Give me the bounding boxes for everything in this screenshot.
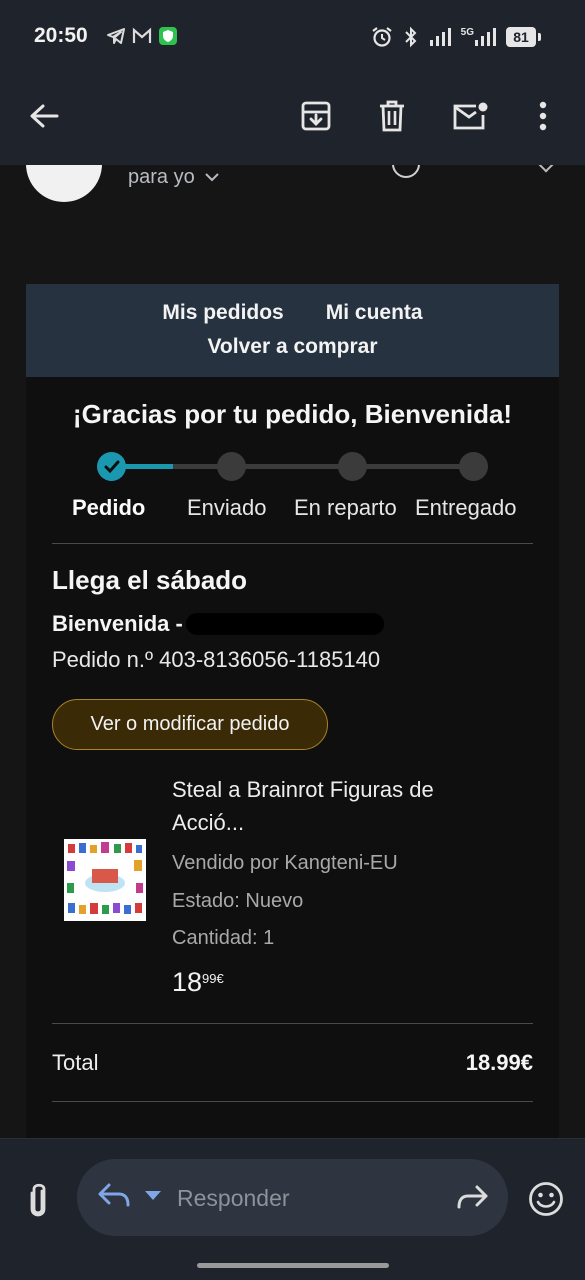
step-dot-ordered [97, 452, 126, 481]
product-price: 1899€ [172, 967, 224, 998]
step-label-ordered: Pedido [72, 495, 146, 520]
attachment-icon[interactable] [22, 1181, 54, 1221]
notification-icons [106, 26, 178, 46]
step-dot-delivered [459, 452, 488, 481]
price-whole: 18 [172, 967, 203, 997]
alarm-icon [371, 27, 392, 47]
shield-icon [159, 27, 177, 45]
reply-options-dropdown-icon[interactable] [145, 1191, 161, 1200]
total-label: Total [52, 1050, 99, 1075]
recipient-label: para yo [128, 166, 195, 188]
total-value: 18.99€ [465, 1050, 533, 1075]
my-orders-link[interactable]: Mis pedidos [162, 301, 283, 325]
delete-icon [380, 100, 404, 132]
battery-icon [538, 33, 541, 41]
archive-button[interactable] [294, 94, 338, 138]
product-condition: Estado: Nuevo [172, 890, 304, 912]
system-icons: 5G 81 [371, 26, 541, 48]
order-number: Pedido n.º 403-8136056-1185140 [52, 647, 381, 672]
home-indicator[interactable] [197, 1263, 389, 1268]
divider [52, 543, 533, 544]
price-fraction: 99€ [202, 971, 224, 986]
step-dot-out-for-delivery [338, 452, 367, 481]
product-seller: Vendido por Kangteni-EU [172, 852, 398, 874]
more-options-icon [539, 101, 547, 131]
arrival-heading: Llega el sábado [52, 565, 248, 595]
archive-icon [301, 101, 331, 131]
forward-icon[interactable] [456, 1183, 488, 1211]
step-dot-shipped [217, 452, 246, 481]
progress-track [126, 464, 474, 469]
buy-again-link[interactable]: Volver a comprar [207, 335, 377, 358]
delete-button[interactable] [370, 94, 414, 138]
back-button[interactable] [22, 94, 66, 138]
reply-input[interactable] [177, 1181, 437, 1215]
step-label-out-for-delivery: En reparto [294, 495, 397, 520]
my-account-link[interactable]: Mi cuenta [326, 301, 423, 325]
emoji-reaction-icon[interactable] [528, 1181, 564, 1217]
step-label-shipped: Enviado [187, 495, 267, 520]
mark-unread-button[interactable] [448, 94, 492, 138]
back-arrow-icon [30, 104, 59, 128]
top-bar: 20:50 5G 81 [0, 0, 585, 165]
divider [52, 1023, 533, 1024]
reply-icon[interactable] [97, 1181, 131, 1209]
status-time: 20:50 [34, 24, 88, 47]
signal-icon [429, 28, 451, 46]
view-modify-order-button[interactable]: Ver o modificar pedido [52, 699, 328, 750]
product-image[interactable] [64, 839, 146, 921]
battery-indicator: 81 [506, 27, 536, 47]
product-quantity: Cantidad: 1 [172, 927, 275, 949]
product-title-line1: Steal a Brainrot Figuras de [172, 777, 434, 802]
reply-bar [0, 1138, 585, 1280]
status-bar: 20:50 5G 81 [0, 22, 585, 52]
signal-5g-icon [475, 28, 496, 46]
order-progress-tracker: Pedido Enviado En reparto Entregado [26, 449, 559, 529]
redacted-address [186, 613, 384, 635]
mark-unread-icon [453, 102, 488, 130]
thanks-title: ¡Gracias por tu pedido, Bienvenida! [72, 399, 513, 429]
email-content: ¡Gracias por tu pedido, Bienvenida! Pedi… [26, 377, 559, 1177]
telegram-icon [107, 28, 125, 44]
divider [52, 1101, 533, 1102]
bluetooth-icon [404, 26, 417, 48]
more-options-button[interactable] [521, 94, 565, 138]
product-title-line2: Acció... [172, 810, 245, 835]
reply-field[interactable] [77, 1159, 508, 1236]
recipient-details-toggle[interactable]: para yo [128, 166, 219, 189]
product-title-link[interactable]: Steal a Brainrot Figuras de Acció... [172, 773, 512, 839]
check-icon [104, 460, 119, 473]
step-label-delivered: Entregado [415, 495, 517, 520]
email-nav: Mis pedidos Mi cuenta Volver a comprar [26, 284, 559, 377]
app-bar [0, 88, 585, 144]
network-type-label: 5G [460, 26, 474, 38]
shipping-recipient: Bienvenida - [52, 611, 183, 636]
gmail-icon [132, 27, 152, 43]
chevron-down-icon [205, 173, 219, 182]
